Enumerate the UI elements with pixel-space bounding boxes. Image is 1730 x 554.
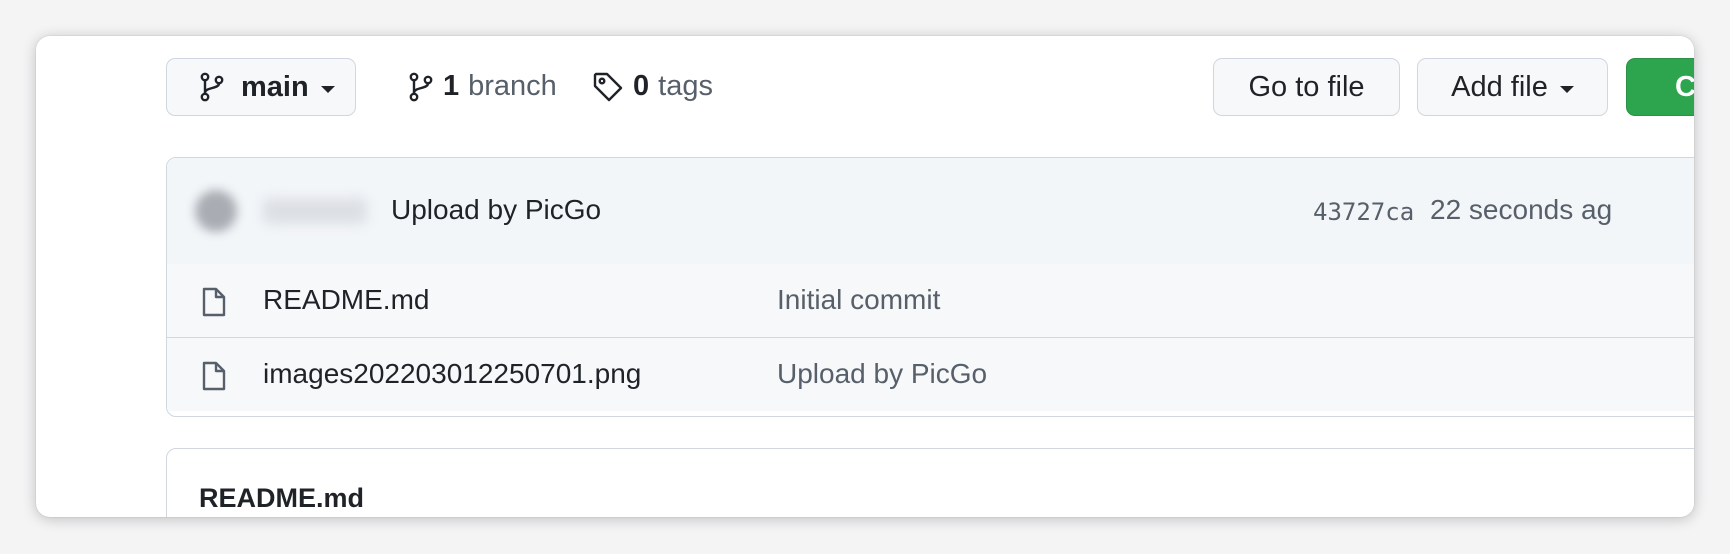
branches-link[interactable]: 1 branch (408, 70, 557, 103)
file-name[interactable]: README.md (263, 284, 429, 316)
file-row[interactable]: images202203012250701.png Upload by PicG… (167, 338, 1694, 411)
branches-label: branch (468, 70, 557, 102)
latest-commit-bar: Upload by PicGo 43727ca 22 seconds ag (167, 158, 1694, 265)
branch-selector-button[interactable]: main (166, 58, 356, 116)
go-to-file-label: Go to file (1248, 70, 1365, 103)
repo-window: main 1 branch 0 tags Go to file Add file (36, 36, 1694, 517)
commit-time: 22 seconds ag (1430, 194, 1613, 225)
readme-title[interactable]: README.md (199, 483, 364, 514)
avatar[interactable] (195, 190, 237, 232)
chevron-down-icon (1559, 85, 1574, 93)
file-list-panel: Upload by PicGo 43727ca 22 seconds ag RE… (166, 157, 1694, 417)
file-name[interactable]: images202203012250701.png (263, 358, 641, 390)
git-branch-icon (199, 72, 225, 102)
commit-author-redacted[interactable] (263, 198, 367, 224)
latest-commit-message[interactable]: Upload by PicGo (391, 194, 601, 226)
file-row[interactable]: README.md Initial commit (167, 264, 1694, 338)
add-file-button[interactable]: Add file (1417, 58, 1608, 116)
code-button[interactable]: Co (1626, 58, 1694, 116)
go-to-file-button[interactable]: Go to file (1213, 58, 1400, 116)
tag-icon (592, 71, 624, 103)
code-button-label: Co (1675, 70, 1694, 103)
branch-name: main (241, 70, 309, 103)
commit-sha[interactable]: 43727ca (1313, 198, 1414, 226)
tags-label: tags (658, 70, 713, 102)
tags-count: 0 (633, 70, 650, 102)
tags-link[interactable]: 0 tags (592, 70, 713, 103)
add-file-label: Add file (1451, 70, 1548, 103)
file-commit-message[interactable]: Initial commit (777, 284, 940, 316)
file-icon (201, 286, 227, 323)
file-icon (201, 360, 227, 397)
chevron-down-icon (320, 85, 335, 93)
readme-panel: README.md (166, 448, 1694, 517)
git-branch-icon (408, 72, 434, 102)
branches-count: 1 (443, 70, 460, 102)
file-commit-message[interactable]: Upload by PicGo (777, 358, 987, 390)
